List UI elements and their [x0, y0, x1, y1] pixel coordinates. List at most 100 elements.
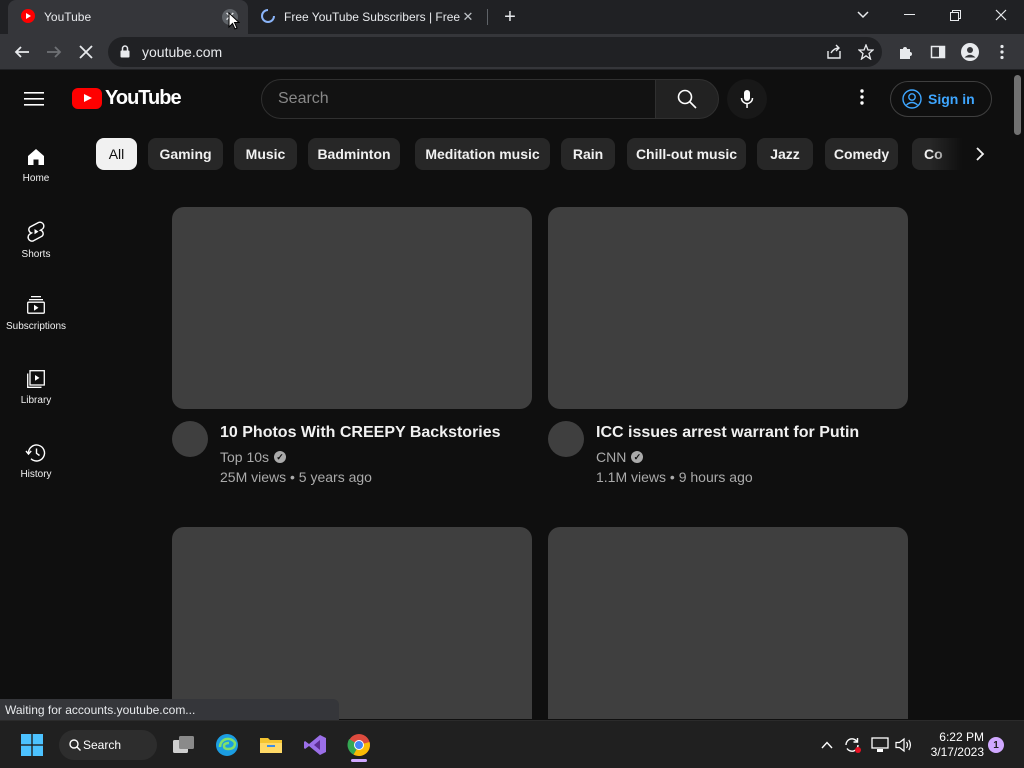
task-view-button[interactable] — [166, 729, 202, 761]
back-button[interactable] — [8, 38, 36, 66]
search-input[interactable]: Search — [261, 79, 656, 119]
chip-music[interactable]: Music — [234, 138, 297, 170]
profile-button[interactable] — [956, 38, 984, 66]
guide-item-subscriptions[interactable]: Subscriptions — [0, 275, 72, 349]
youtube-header: YouTube Search Sign in — [0, 71, 1012, 127]
video-card[interactable]: 10 Photos With CREEPY Backstories Top 10… — [172, 207, 532, 485]
channel-name[interactable]: Top 10s — [220, 449, 269, 465]
forward-button[interactable] — [40, 38, 68, 66]
close-window-button[interactable] — [978, 0, 1024, 30]
chip-all[interactable]: All — [96, 138, 137, 170]
channel-avatar[interactable] — [548, 421, 584, 457]
chip-meditation-music[interactable]: Meditation music — [415, 138, 550, 170]
arrow-right-icon — [47, 46, 62, 58]
tab-search-button[interactable] — [840, 0, 886, 30]
video-card[interactable] — [548, 527, 908, 719]
chip-gaming[interactable]: Gaming — [148, 138, 223, 170]
chrome-taskbar-button[interactable] — [341, 729, 377, 762]
loading-spinner-icon — [260, 8, 276, 27]
channel-avatar[interactable] — [172, 421, 208, 457]
search-icon — [677, 89, 697, 109]
video-thumbnail-placeholder[interactable] — [548, 527, 908, 719]
sync-status-button[interactable] — [840, 729, 864, 761]
share-icon[interactable] — [826, 44, 842, 60]
chip-label: All — [108, 146, 125, 162]
chip-comedy[interactable]: Comedy — [825, 138, 898, 170]
new-tab-button[interactable]: + — [498, 5, 522, 29]
voice-search-button[interactable] — [727, 79, 767, 119]
guide-item-library[interactable]: Library — [0, 349, 72, 423]
tab-youtube[interactable]: YouTube ✕ — [8, 0, 248, 34]
chip-jazz[interactable]: Jazz — [757, 138, 813, 170]
page-scrollbar[interactable] — [1012, 71, 1024, 719]
youtube-logo[interactable]: YouTube — [72, 87, 182, 110]
taskbar-search-label: Search — [83, 738, 122, 752]
active-app-indicator — [351, 759, 367, 762]
mouse-cursor-icon — [228, 12, 240, 30]
video-title[interactable]: ICC issues arrest warrant for Putin — [596, 424, 859, 442]
scrollbar-thumb[interactable] — [1014, 75, 1021, 135]
video-thumbnail-placeholder[interactable] — [548, 207, 908, 409]
video-card[interactable] — [172, 527, 532, 719]
chip-scroll-right-button[interactable] — [966, 138, 994, 170]
verified-check-icon: ✓ — [631, 451, 644, 463]
side-panel-button[interactable] — [924, 38, 952, 66]
minimize-button[interactable] — [886, 0, 932, 30]
home-icon — [28, 149, 44, 165]
guide-item-home[interactable]: Home — [0, 127, 72, 201]
tab-free-subscribers[interactable]: Free YouTube Subscribers | Free Y ✕ — [250, 0, 486, 34]
stop-loading-button[interactable] — [72, 38, 100, 66]
guide-item-history[interactable]: History — [0, 423, 72, 497]
lock-icon[interactable] — [120, 45, 130, 58]
clock-time: 6:22 PM — [939, 730, 984, 744]
chip-chill-out-music[interactable]: Chill-out music — [627, 138, 746, 170]
channel-name[interactable]: CNN — [596, 449, 626, 465]
search-button[interactable] — [655, 79, 719, 119]
start-button[interactable] — [14, 729, 50, 761]
extensions-button[interactable] — [892, 38, 920, 66]
bookmark-star-icon[interactable] — [858, 44, 874, 60]
address-bar[interactable]: youtube.com — [108, 37, 882, 67]
history-icon — [25, 444, 46, 462]
video-title[interactable]: 10 Photos With CREEPY Backstories — [220, 424, 501, 442]
tab-close-icon[interactable]: ✕ — [460, 9, 476, 25]
edge-taskbar-button[interactable] — [209, 729, 245, 761]
speaker-icon — [895, 737, 911, 753]
volume-button[interactable] — [892, 729, 916, 761]
close-icon — [79, 45, 93, 59]
video-thumbnail-placeholder[interactable] — [172, 527, 532, 719]
clock-date: 3/17/2023 — [930, 745, 984, 759]
chrome-menu-button[interactable] — [988, 38, 1016, 66]
settings-menu-button[interactable] — [852, 89, 872, 109]
chip-rain[interactable]: Rain — [561, 138, 615, 170]
folder-icon — [260, 738, 282, 753]
chip-label: Badminton — [317, 146, 391, 162]
profile-icon — [961, 43, 979, 61]
account-circle-icon — [902, 89, 922, 109]
puzzle-icon — [900, 47, 912, 59]
taskbar-clock[interactable]: 6:22 PM 3/17/2023 — [922, 730, 984, 760]
visual-studio-taskbar-button[interactable] — [297, 729, 333, 761]
notification-badge[interactable]: 1 — [988, 737, 1004, 753]
sign-in-button[interactable]: Sign in — [890, 81, 992, 117]
more-vert-icon — [860, 89, 864, 105]
video-thumbnail-placeholder[interactable] — [172, 207, 532, 409]
taskbar-search-button[interactable]: Search — [59, 730, 157, 760]
show-hidden-icons-button[interactable] — [815, 729, 839, 761]
guide-item-shorts[interactable]: Shorts — [0, 201, 72, 275]
guide-label: Subscriptions — [5, 321, 67, 332]
subscriptions-icon — [27, 296, 45, 314]
windows-logo-icon — [21, 734, 43, 756]
file-explorer-taskbar-button[interactable] — [253, 729, 289, 761]
network-button[interactable] — [868, 729, 892, 761]
chip-label: Meditation music — [425, 146, 540, 162]
restore-button[interactable] — [932, 0, 978, 30]
video-card[interactable]: ICC issues arrest warrant for Putin CNN … — [548, 207, 908, 485]
status-text: Waiting for accounts.youtube.com... — [5, 702, 196, 717]
guide-menu-button[interactable] — [24, 87, 48, 111]
sync-icon — [845, 738, 861, 753]
hamburger-menu-icon — [24, 92, 44, 106]
chip-badminton[interactable]: Badminton — [308, 138, 400, 170]
shorts-icon — [27, 221, 45, 242]
library-icon — [27, 370, 45, 388]
